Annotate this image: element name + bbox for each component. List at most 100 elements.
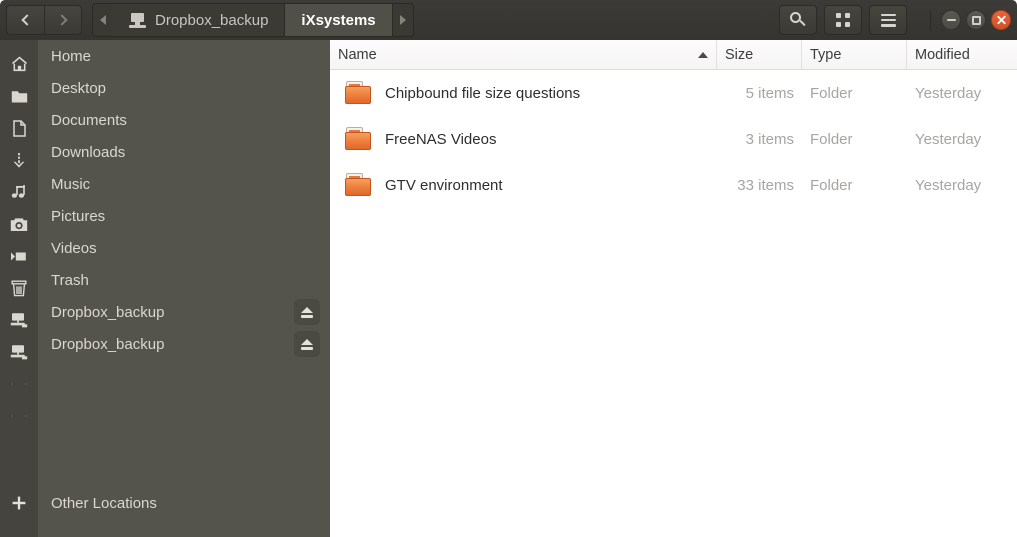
sidebar-icon-rail (0, 40, 38, 537)
forward-button[interactable] (44, 5, 82, 35)
sidebar-item-documents[interactable]: Documents (38, 104, 330, 136)
file-name-cell: GTV environment (330, 173, 717, 197)
plus-icon[interactable] (0, 487, 38, 519)
eject-icon (301, 338, 313, 345)
search-button[interactable] (779, 5, 817, 35)
network-drive-icon[interactable] (0, 304, 38, 336)
network-drive-icon[interactable] (0, 336, 38, 368)
column-header-type[interactable]: Type (802, 40, 907, 69)
trash-icon[interactable] (0, 272, 38, 304)
tab-label: Dropbox_backup (155, 11, 269, 29)
file-type-cell: Folder (810, 84, 853, 102)
column-header-modified[interactable]: Modified (907, 40, 1017, 69)
close-button[interactable] (991, 10, 1011, 30)
sidebar-item-dropbox-backup-1[interactable]: Dropbox_backup (38, 296, 330, 328)
window-controls (930, 10, 1011, 30)
file-modified-cell: Yesterday (915, 176, 982, 194)
file-size-cell: 3 items (745, 130, 794, 148)
sidebar-item-other-locations[interactable]: Other Locations (38, 487, 330, 519)
close-icon (996, 15, 1007, 26)
column-header-label: Size (725, 46, 754, 63)
toolbar-buttons (779, 5, 1011, 35)
sidebar-item-label: Downloads (51, 143, 126, 161)
tab-scroll-right-button[interactable] (392, 4, 413, 36)
back-button[interactable] (6, 5, 44, 35)
sidebar-item-label: Pictures (51, 207, 106, 225)
navigation-buttons (6, 5, 82, 35)
sidebar-item-home[interactable]: Home (38, 40, 330, 72)
file-name-cell: FreeNAS Videos (330, 127, 717, 151)
triangle-right-icon (399, 15, 406, 25)
table-row[interactable]: GTV environment 33 items Folder Yesterda… (330, 162, 1017, 208)
sidebar-item-music[interactable]: Music (38, 168, 330, 200)
sidebar-item-pictures[interactable]: Pictures (38, 200, 330, 232)
file-list-panel: Name Size Type Modified Chipbound file s… (330, 40, 1017, 537)
minimize-button[interactable] (941, 10, 961, 30)
file-list-rows: Chipbound file size questions 5 items Fo… (330, 70, 1017, 537)
hamburger-icon (880, 13, 896, 27)
table-row[interactable]: FreeNAS Videos 3 items Folder Yesterday (330, 116, 1017, 162)
tab-scroll-left-button[interactable] (93, 4, 113, 36)
sidebar-item-label: Documents (51, 111, 127, 129)
music-icon[interactable] (0, 176, 38, 208)
camera-icon[interactable] (0, 208, 38, 240)
file-type-cell: Folder (810, 130, 853, 148)
sidebar-item-label: Home (51, 47, 92, 65)
minimize-icon (946, 19, 956, 21)
folder-icon (345, 127, 373, 151)
column-header-label: Name (338, 46, 377, 63)
chevron-right-icon (55, 14, 68, 26)
sidebar-item-trash[interactable]: Trash (38, 264, 330, 296)
column-header-label: Modified (915, 46, 970, 63)
view-grid-button[interactable] (824, 5, 862, 35)
rail-separator-dots (0, 368, 38, 400)
tab-ixsystems[interactable]: iXsystems (285, 4, 393, 36)
sidebar-item-videos[interactable]: Videos (38, 232, 330, 264)
file-name-label: FreeNAS Videos (385, 130, 497, 148)
sidebar-item-desktop[interactable]: Desktop (38, 72, 330, 104)
file-type-cell: Folder (810, 176, 853, 194)
file-size-cell: 33 items (737, 176, 794, 194)
file-name-cell: Chipbound file size questions (330, 81, 717, 105)
sidebar-item-dropbox-backup-2[interactable]: Dropbox_backup (38, 328, 330, 360)
tab-label: iXsystems (301, 11, 376, 29)
triangle-left-icon (100, 15, 106, 25)
download-icon[interactable] (0, 144, 38, 176)
sidebar-item-downloads[interactable]: Downloads (38, 136, 330, 168)
maximize-icon (971, 15, 981, 25)
tab-bar: Dropbox_backup iXsystems (92, 3, 414, 37)
file-name-label: GTV environment (385, 176, 503, 194)
chevron-left-icon (21, 14, 33, 26)
folder-icon (345, 173, 373, 197)
file-size-cell: 5 items (745, 84, 794, 102)
sidebar-item-label: Dropbox_backup (51, 335, 165, 353)
home-icon[interactable] (0, 48, 38, 80)
titlebar: Dropbox_backup iXsystems (0, 0, 1017, 40)
column-header-size[interactable]: Size (717, 40, 802, 69)
video-icon[interactable] (0, 240, 38, 272)
eject-icon (301, 306, 313, 313)
eject-button[interactable] (294, 299, 320, 325)
sidebar: Home Desktop Documents Downloads Music P… (38, 40, 330, 537)
file-modified-cell: Yesterday (915, 84, 982, 102)
rail-separator-dots (0, 400, 38, 432)
folder-icon[interactable] (0, 80, 38, 112)
eject-button[interactable] (294, 331, 320, 357)
file-manager-window: Dropbox_backup iXsystems Home Desktop Do… (0, 0, 1017, 537)
sidebar-item-label: Videos (51, 239, 97, 257)
sidebar-item-label: Music (51, 175, 91, 193)
sidebar-item-label: Desktop (51, 79, 107, 97)
folder-icon (345, 81, 373, 105)
menu-button[interactable] (869, 5, 907, 35)
window-body: Home Desktop Documents Downloads Music P… (0, 40, 1017, 537)
table-row[interactable]: Chipbound file size questions 5 items Fo… (330, 70, 1017, 116)
document-icon[interactable] (0, 112, 38, 144)
file-name-label: Chipbound file size questions (385, 84, 581, 102)
sidebar-item-label: Dropbox_backup (51, 303, 165, 321)
sidebar-item-label: Other Locations (51, 494, 157, 512)
tab-dropbox-backup[interactable]: Dropbox_backup (113, 4, 286, 36)
maximize-button[interactable] (966, 10, 986, 30)
grid-icon (836, 13, 850, 27)
column-header-name[interactable]: Name (330, 40, 717, 69)
computer-icon (129, 12, 146, 28)
